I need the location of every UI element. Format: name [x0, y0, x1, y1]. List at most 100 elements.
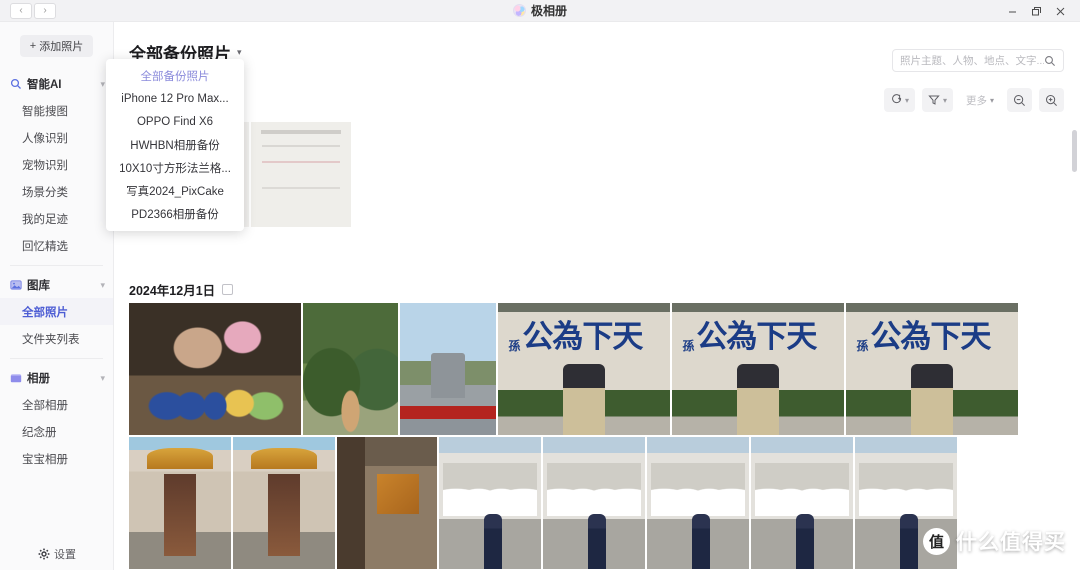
photo-calligraphy-wall-couple[interactable]: 孫 公為下天 [498, 303, 670, 435]
close-icon[interactable] [1048, 0, 1072, 22]
app-icon [512, 4, 526, 17]
sidebar-section-gallery-label: 图库 [27, 280, 50, 292]
calligraphy-text: 孫 公為下天 [682, 319, 833, 356]
calligraphy-text: 孫 公為下天 [856, 319, 1007, 356]
calligraphy-small: 孫 [682, 338, 695, 353]
sidebar-item-memory-highlights[interactable]: 回忆精选 [0, 232, 113, 259]
sidebar-section-album[interactable]: 相册 ▾ [0, 365, 113, 391]
photo-memorial-hall-crowd[interactable] [439, 437, 541, 569]
sidebar-section-ai-label: 智能AI [27, 79, 62, 91]
photo-subject [911, 363, 953, 435]
dropdown-item-portrait-2024-pixcake[interactable]: 写真2024_PixCake [106, 179, 244, 202]
dropdown-item-iphone-12-pro-max[interactable]: iPhone 12 Pro Max... [106, 87, 244, 110]
chevron-down-icon[interactable]: ▾ [237, 47, 242, 58]
dropdown-item-hwhbn-backup[interactable]: HWHBN相册备份 [106, 133, 244, 156]
dropdown-item-10x10-square-flange[interactable]: 10X10寸方形法兰格... [106, 156, 244, 179]
select-all-checkbox[interactable] [222, 283, 234, 295]
calligraphy-big: 公為下天 [696, 319, 817, 356]
photo-grid-area: 2024年12月1日 孫 公為下天 孫 公為下天 孫 公為下天 [114, 122, 1080, 570]
zoom-out-button[interactable] [1007, 88, 1032, 112]
sort-button[interactable]: ▾ [883, 88, 915, 112]
sidebar-section-gallery[interactable]: 图库 ▾ [0, 272, 113, 298]
gallery-icon [10, 280, 22, 290]
sidebar-section-ai[interactable]: 智能AI ▾ [0, 71, 113, 97]
photo-subject [737, 363, 779, 435]
app-title: 极相册 [530, 4, 567, 18]
photo-memorial-gate[interactable] [400, 303, 496, 435]
minimize-icon[interactable] [1000, 0, 1024, 22]
sidebar-item-scene-classification[interactable]: 场景分类 [0, 178, 113, 205]
sidebar-item-memorial-album[interactable]: 纪念册 [0, 418, 113, 445]
date-group-header: 2024年12月1日 [114, 277, 1080, 301]
title-bar: ‹ › 极相册 [0, 0, 1080, 22]
zoom-in-button[interactable] [1039, 88, 1064, 112]
sidebar-item-folder-list[interactable]: 文件夹列表 [0, 325, 113, 352]
search-box[interactable] [892, 49, 1064, 72]
dropdown-item-all-backup-photos[interactable]: 全部备份照片 [106, 64, 244, 87]
dropdown-item-oppo-find-x6[interactable]: OPPO Find X6 [106, 110, 244, 133]
calligraphy-small: 孫 [856, 338, 869, 353]
sidebar-item-baby-album[interactable]: 宝宝相册 [0, 445, 113, 472]
restore-icon[interactable] [1024, 0, 1048, 22]
add-photo-button[interactable]: + 添加照片 [19, 35, 94, 57]
zoom-in-icon [1046, 94, 1057, 106]
photo-person-in-garden[interactable] [303, 303, 398, 435]
settings-button[interactable]: 设置 [0, 546, 114, 562]
photo-calligraphy-wall-pair[interactable]: 孫 公為下天 [672, 303, 844, 435]
title-center-group: 极相册 [0, 2, 1080, 19]
sidebar-item-smart-search[interactable]: 智能搜图 [0, 97, 113, 124]
photo-memorial-hall-wide[interactable] [855, 437, 957, 569]
calligraphy-small: 孫 [508, 338, 521, 353]
chevron-down-icon: ▾ [100, 279, 105, 290]
album-icon [10, 374, 22, 383]
more-label: 更多 [965, 94, 987, 107]
add-photo-wrap: + 添加照片 [0, 22, 113, 57]
sidebar-section-album-label: 相册 [27, 373, 50, 385]
navigation-arrows: ‹ › [10, 2, 56, 19]
sidebar-item-pet-recognition[interactable]: 宠物识别 [0, 151, 113, 178]
search-icon[interactable] [1044, 55, 1056, 67]
settings-label: 设置 [54, 549, 76, 561]
window-controls [1000, 0, 1072, 22]
sidebar-item-all-albums[interactable]: 全部相册 [0, 391, 113, 418]
calligraphy-big: 公為下天 [870, 319, 991, 356]
sidebar-divider-1 [10, 265, 103, 266]
scrollbar-thumb[interactable] [1072, 130, 1077, 172]
zoom-out-icon [1014, 94, 1025, 106]
search-input[interactable] [900, 54, 1044, 67]
photo-memorial-hall-woman[interactable] [543, 437, 645, 569]
calligraphy-text: 孫 公為下天 [508, 319, 659, 356]
photo-memorial-hall-columns[interactable] [751, 437, 853, 569]
add-photo-label: 添加照片 [39, 41, 84, 53]
filter-button[interactable]: ▾ [921, 88, 953, 112]
toolbar: ▾ ▾ 更多 ▾ [883, 88, 1064, 112]
sidebar-item-my-footprints[interactable]: 我的足迹 [0, 205, 113, 232]
sidebar-item-face-recognition[interactable]: 人像识别 [0, 124, 113, 151]
main-content: 全部备份照片 ▾ ▾ ▾ 更多 ▾ [114, 22, 1080, 570]
sidebar: + 添加照片 智能AI ▾ 智能搜图 人像识别 宠物识别 场景分类 我的足迹 回… [0, 22, 114, 570]
chevron-down-icon: ▾ [100, 372, 105, 383]
chevron-down-icon: ▾ [100, 78, 105, 89]
dropdown-item-pd2366-backup[interactable]: PD2366相册备份 [106, 202, 244, 225]
sidebar-item-all-photos[interactable]: 全部照片 [0, 298, 113, 325]
photo-row-2 [114, 437, 1080, 569]
photo-wall-plaque-shadow[interactable] [337, 437, 437, 569]
photo-temple-gate-two-people[interactable] [129, 437, 231, 569]
photo-calligraphy-wall-duplicate[interactable]: 孫 公為下天 [846, 303, 1018, 435]
plus-icon: + [29, 40, 37, 52]
vertical-scrollbar[interactable] [1071, 122, 1079, 570]
filter-funnel-icon [928, 95, 940, 105]
more-button[interactable]: 更多 ▾ [960, 88, 1000, 112]
album-source-dropdown[interactable]: 全部备份照片 iPhone 12 Pro Max... OPPO Find X6… [106, 59, 244, 231]
photo-doraemon-figurines[interactable] [129, 303, 301, 435]
calligraphy-big: 公為下天 [522, 319, 643, 356]
back-button[interactable]: ‹ [10, 2, 32, 19]
forward-button[interactable]: › [34, 2, 56, 19]
photo-temple-gate-single[interactable] [233, 437, 335, 569]
magnifier-ai-icon [10, 78, 21, 89]
photo-screen-form[interactable] [251, 122, 351, 227]
date-label: 2024年12月1日 [129, 283, 216, 298]
photo-row-1: 孫 公為下天 孫 公為下天 孫 公為下天 [114, 303, 1080, 435]
photo-memorial-hall-arches[interactable] [647, 437, 749, 569]
photo-subject [563, 363, 605, 435]
